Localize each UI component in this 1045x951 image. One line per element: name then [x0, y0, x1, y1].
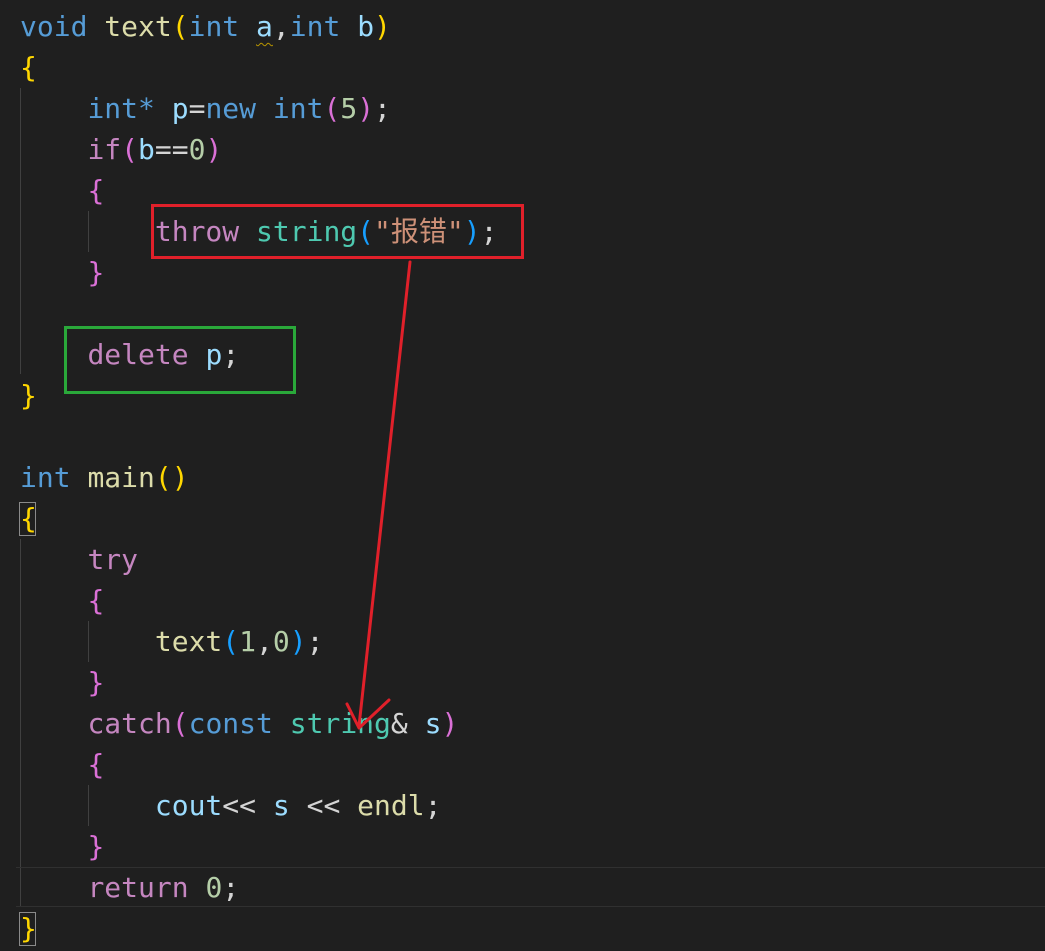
- exception-flow-arrow: [345, 260, 412, 730]
- arrow-shaft: [357, 260, 412, 728]
- code-editor[interactable]: void text(int a,int b) { int* p=new int(…: [0, 0, 1045, 951]
- arrow-head: [345, 698, 391, 730]
